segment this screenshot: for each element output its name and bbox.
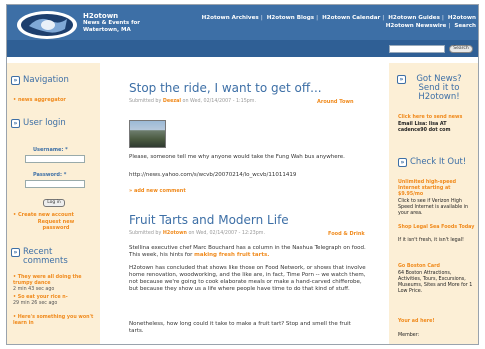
top-navigation: H2otown Archives | H2otown Blogs | H2otown… [201, 15, 476, 29]
ad-verizon-link[interactable]: Unlimited high-speed Internet starting a… [398, 180, 476, 198]
main-content: Stop the ride, I want to get off... Subm… [104, 63, 381, 344]
user-login-title: » User login [11, 118, 66, 128]
recent-comments-title: » Recent comments [11, 248, 73, 266]
login-button[interactable]: Log in [43, 199, 65, 207]
browser-frame: H2otown News & Events for Watertown, MA … [6, 4, 479, 345]
right-sidebar: » Got News? Send it to H2otown! Click he… [389, 63, 478, 344]
recent-comment-item[interactable]: • Here's something you won't learn in [13, 315, 97, 327]
ad-go-boston-text: 64 Boston Attractions, Activities, Tours… [398, 271, 473, 294]
site-name: H2otown [83, 12, 119, 20]
site-header: H2otown News & Events for Watertown, MA … [7, 5, 478, 57]
chevron-right-icon: » [11, 248, 20, 257]
left-sidebar: » Navigation • news aggregator » User lo… [7, 63, 100, 344]
post-body: Nonetheless, how long could it take to m… [129, 321, 351, 334]
post-meta: Submitted by H2otown on Wed, 02/14/2007 … [129, 231, 265, 236]
chevron-right-icon: » [397, 75, 406, 84]
member-label: Member: [398, 333, 420, 338]
post-title[interactable]: Stop the ride, I want to get off... [129, 81, 322, 95]
post-body: Please, someone tell me why anyone would… [129, 154, 345, 160]
post-body: H2otown has concluded that shows like th… [129, 265, 366, 292]
username-label: Username: * [33, 147, 68, 153]
post-thumbnail [129, 120, 166, 148]
nav-newswire[interactable]: H2otown Newswire [386, 23, 447, 29]
password-label: Password: * [33, 172, 67, 178]
recent-comment-item[interactable]: • So eat your rice n- 29 min 26 sec ago [13, 295, 97, 307]
username-field[interactable] [25, 155, 85, 163]
contact-email: Email Lisa: lisa AT cadence90 dot com [398, 122, 451, 133]
post-body: Stellina executive chef Marc Bouchard ha… [129, 245, 366, 258]
chevron-right-icon: » [398, 158, 407, 167]
news-aggregator-link[interactable]: • news aggregator [13, 97, 66, 103]
recent-comment-item[interactable]: • They were all doing the trumpy dance 2… [13, 275, 97, 293]
send-news-link[interactable]: Click here to send news [398, 115, 476, 121]
navigation-block-title: » Navigation [11, 75, 69, 85]
chevron-right-icon: » [11, 118, 20, 128]
search-button[interactable]: Search [449, 45, 473, 53]
nav-archives[interactable]: H2otown Archives [202, 15, 259, 21]
nav-guides[interactable]: H2otown Guides [388, 15, 440, 21]
post-tag[interactable]: Food & Drink [328, 231, 368, 237]
post-author[interactable]: H2otown [163, 231, 187, 236]
got-news-title: » Got News? Send it to H2otown! [397, 75, 469, 102]
nav-search[interactable]: Search [454, 23, 476, 29]
add-comment-link[interactable]: » add new comment [129, 188, 186, 194]
ad-legal-sea-foods-link[interactable]: Shop Legal Sea Foods Today [398, 225, 476, 231]
post-title[interactable]: Fruit Tarts and Modern Life [129, 213, 289, 227]
post-link[interactable]: http://news.yahoo.com/s/wcvb/20070214/lo… [129, 172, 367, 179]
ad-legal-sea-foods-text: If it isn't fresh, it isn't legal! [398, 238, 464, 243]
check-it-out-title: » Check It Out! [398, 158, 466, 167]
ad-go-boston-link[interactable]: Go Boston Card [398, 264, 476, 270]
chevron-right-icon: » [11, 75, 20, 85]
request-password-link[interactable]: Request new password [31, 219, 81, 231]
post-author[interactable]: Deezal [163, 99, 181, 104]
your-ad-link[interactable]: Your ad here! [398, 319, 476, 325]
h2otown-logo[interactable] [15, 9, 79, 41]
nav-blogs[interactable]: H2otown Blogs [267, 15, 314, 21]
search-input[interactable] [389, 45, 445, 53]
site-tagline: News & Events for Watertown, MA [83, 20, 141, 33]
nav-h2otown[interactable]: H2otown [448, 15, 476, 21]
password-field[interactable] [25, 180, 85, 188]
post-tag[interactable]: Around Town [317, 99, 354, 105]
post-meta: Submitted by Deezal on Wed, 02/14/2007 -… [129, 99, 256, 104]
fruit-tarts-link[interactable]: making fresh fruit tarts. [194, 252, 269, 258]
nav-calendar[interactable]: H2otown Calendar [322, 15, 380, 21]
ad-verizon-text: Click to see if Verizon High Speed Inter… [398, 199, 469, 216]
create-account-link[interactable]: • Create new account [13, 212, 97, 218]
